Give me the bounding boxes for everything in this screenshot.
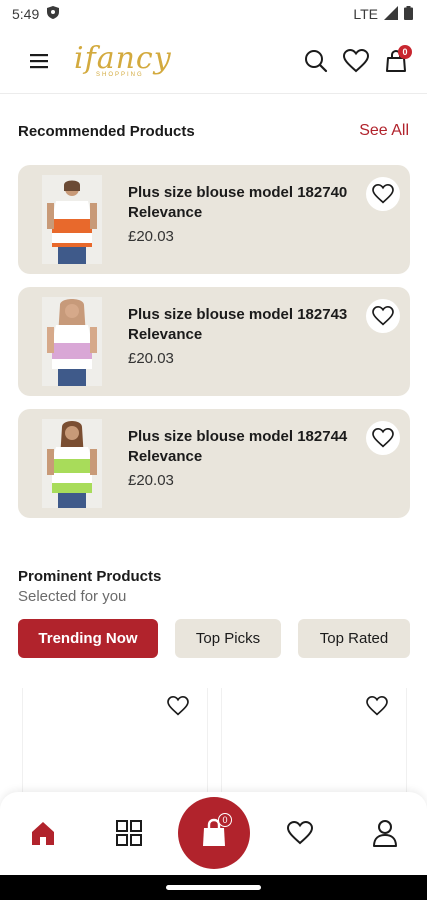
recommended-header: Recommended Products See All: [18, 122, 409, 140]
favorite-button[interactable]: [366, 177, 400, 211]
product-card[interactable]: [22, 688, 208, 808]
favorite-button[interactable]: [366, 695, 388, 721]
heart-icon: [167, 695, 189, 716]
product-image: [42, 419, 102, 508]
product-price: £20.03: [128, 472, 174, 489]
recommended-card[interactable]: Plus size blouse model 182743 Relevance …: [18, 287, 410, 396]
see-all-link[interactable]: See All: [359, 122, 409, 140]
profile-icon: [373, 820, 397, 847]
recommended-title: Recommended Products: [18, 122, 195, 140]
product-image: [42, 297, 102, 386]
bag-count-badge: 0: [218, 813, 232, 827]
grid-icon: [116, 820, 142, 846]
product-image: [42, 175, 102, 264]
product-tabs: Trending Now Top Picks Top Rated: [18, 619, 410, 658]
product-price: £20.03: [128, 350, 174, 367]
product-price: £20.03: [128, 228, 174, 245]
search-icon[interactable]: [303, 48, 329, 74]
wishlist-icon[interactable]: [343, 48, 369, 74]
nav-profile[interactable]: [370, 818, 400, 848]
nav-home[interactable]: [28, 818, 58, 848]
product-name: Plus size blouse model 182743 Relevance: [128, 306, 348, 343]
favorite-button[interactable]: [167, 695, 189, 721]
favorite-button[interactable]: [366, 299, 400, 333]
heart-icon: [287, 821, 313, 845]
cart-icon[interactable]: 0: [383, 44, 412, 74]
home-icon: [32, 822, 54, 845]
tab-top-picks[interactable]: Top Picks: [175, 619, 281, 658]
product-name: Plus size blouse model 182744 Relevance: [128, 428, 348, 465]
heart-icon: [372, 306, 394, 326]
home-gesture-pill[interactable]: [166, 885, 261, 890]
nav-wishlist[interactable]: [285, 818, 315, 848]
tab-top-rated[interactable]: Top Rated: [298, 619, 410, 658]
status-time: 5:49: [12, 6, 40, 22]
favorite-button[interactable]: [366, 421, 400, 455]
bottom-nav: 0: [0, 792, 427, 875]
cart-count-badge: 0: [398, 44, 412, 59]
nav-categories[interactable]: [114, 818, 144, 848]
product-name: Plus size blouse model 182740 Relevance: [128, 184, 348, 221]
signal-icon: [384, 5, 398, 23]
app-header: ifancy SHOPPING 0: [0, 28, 427, 94]
tab-trending-now[interactable]: Trending Now: [18, 619, 158, 658]
prominent-subtitle: Selected for you: [18, 588, 127, 605]
system-nav-bar: [0, 875, 427, 900]
app-logo[interactable]: ifancy SHOPPING: [74, 43, 172, 78]
menu-icon[interactable]: [28, 52, 50, 70]
heart-icon: [372, 184, 394, 204]
heart-icon: [366, 695, 388, 716]
nav-cart-button[interactable]: 0: [178, 797, 250, 869]
shield-icon: [47, 6, 60, 22]
prominent-title: Prominent Products: [18, 568, 162, 585]
recommended-card[interactable]: Plus size blouse model 182744 Relevance …: [18, 409, 410, 518]
heart-icon: [372, 428, 394, 448]
network-label: LTE: [353, 6, 378, 22]
recommended-card[interactable]: Plus size blouse model 182740 Relevance …: [18, 165, 410, 274]
status-bar: 5:49 LTE: [0, 0, 427, 28]
battery-icon: [404, 5, 413, 23]
product-card[interactable]: [221, 688, 407, 808]
